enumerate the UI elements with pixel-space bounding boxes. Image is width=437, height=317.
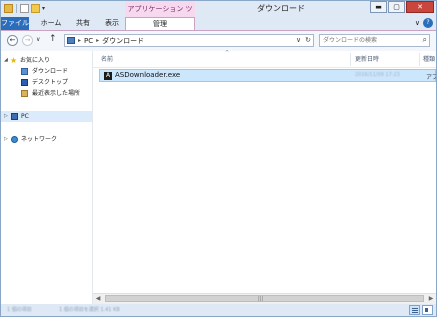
tab-home[interactable]: ホーム — [35, 17, 67, 30]
column-header-date[interactable]: 更新日時 — [355, 54, 379, 63]
scrollbar-grip-icon: ||| — [258, 296, 264, 302]
sort-arrow-icon: ^ — [225, 50, 230, 56]
tree-item-downloads[interactable]: ダウンロード — [1, 66, 92, 77]
address-bar[interactable]: ▸ PC ▸ ダウンロード ∨ ↻ — [64, 34, 314, 47]
pc-icon — [67, 37, 75, 44]
window-title: ダウンロード — [257, 4, 305, 13]
customize-toolbar-dropdown[interactable]: ▾ — [42, 5, 45, 12]
tab-file[interactable]: ファイル — [1, 17, 29, 30]
context-tab-group-label: アプリケーション ツール — [125, 1, 195, 29]
column-divider[interactable] — [419, 53, 420, 66]
pc-icon — [11, 113, 18, 120]
collapse-arrow-icon[interactable]: ▷ — [4, 134, 8, 145]
search-icon[interactable]: ⌕ — [423, 35, 427, 45]
column-divider[interactable] — [350, 53, 351, 66]
recent-locations-dropdown[interactable]: ∨ — [36, 36, 40, 43]
new-folder-icon[interactable] — [31, 4, 40, 13]
chevron-down-icon[interactable]: ∨ — [415, 17, 420, 30]
up-button[interactable]: ↑ — [49, 34, 57, 44]
column-header-name[interactable]: 名前 — [101, 54, 113, 63]
horizontal-scrollbar[interactable]: ◀ ||| ▶ — [93, 293, 436, 304]
breadcrumb-downloads[interactable]: ダウンロード — [102, 36, 144, 46]
help-icon[interactable]: ? — [423, 18, 433, 28]
downloads-folder-icon — [21, 68, 28, 75]
network-icon — [11, 136, 18, 143]
tab-view[interactable]: 表示 — [99, 17, 125, 30]
ribbon-expand-button[interactable]: ∨ ? — [415, 17, 433, 30]
forward-button[interactable]: → — [22, 35, 33, 46]
tree-favorites-label: お気に入り — [20, 57, 51, 64]
details-view-button[interactable] — [409, 305, 420, 315]
column-header-row: ^ 名前 更新日時 種類 — [93, 50, 436, 68]
expand-arrow-icon[interactable]: ◢ — [4, 55, 8, 66]
folder-icon[interactable] — [4, 4, 13, 13]
desktop-icon — [21, 79, 28, 86]
ribbon-tabs: ファイル ホーム 共有 表示 管理 ∨ ? — [1, 17, 436, 31]
tree-item-label: デスクトップ — [32, 79, 69, 86]
address-dropdown[interactable]: ∨ — [296, 36, 301, 44]
file-type: アプリ — [426, 74, 436, 81]
scroll-left-arrow[interactable]: ◀ — [93, 294, 103, 304]
recent-places-icon — [21, 90, 28, 97]
file-name: ASDownloader.exe — [115, 71, 181, 79]
close-button[interactable]: ✕ — [406, 1, 434, 13]
status-item-count: 1 個の項目 — [7, 307, 32, 313]
breadcrumb-pc[interactable]: PC — [84, 37, 93, 45]
window-controls: ▬ ▢ ✕ — [369, 1, 434, 13]
navigation-pane: ◢ ★ お気に入り ダウンロード デスクトップ 最近表示した場所 ▷ PC ▷ … — [1, 51, 93, 304]
tree-pc[interactable]: ▷ PC — [1, 111, 92, 122]
maximize-button[interactable]: ▢ — [388, 1, 405, 13]
file-date: 2016/11/09 17:23 — [355, 72, 400, 78]
tree-item-desktop[interactable]: デスクトップ — [1, 77, 92, 88]
tree-pc-label: PC — [21, 113, 29, 120]
tree-item-recent-places[interactable]: 最近表示した場所 — [1, 88, 92, 99]
refresh-icon[interactable]: ↻ — [305, 36, 311, 44]
explorer-window: ▾ アプリケーション ツール ダウンロード ▬ ▢ ✕ ファイル ホーム 共有 … — [0, 0, 437, 317]
tree-item-label: ダウンロード — [32, 68, 69, 75]
file-row[interactable]: A ASDownloader.exe 2016/11/09 17:23 アプリ — [99, 69, 436, 82]
column-header-type[interactable]: 種類 — [423, 54, 435, 63]
quick-access-toolbar: ▾ — [4, 4, 45, 13]
back-button[interactable]: ← — [7, 35, 18, 46]
large-icons-view-button[interactable] — [422, 305, 433, 315]
star-icon: ★ — [10, 56, 18, 65]
toolbar-separator — [16, 4, 17, 13]
breadcrumb-separator[interactable]: ▸ — [96, 37, 99, 44]
tree-favorites[interactable]: ◢ ★ お気に入り — [1, 55, 92, 66]
minimize-button[interactable]: ▬ — [370, 1, 387, 13]
tab-manage[interactable]: 管理 — [125, 17, 195, 30]
collapse-arrow-icon[interactable]: ▷ — [4, 111, 8, 122]
properties-icon[interactable] — [20, 4, 29, 13]
adobe-a-icon: A — [104, 72, 112, 80]
tree-network[interactable]: ▷ ネットワーク — [1, 134, 92, 145]
navigation-bar: ← → ∨ ↑ ▸ PC ▸ ダウンロード ∨ ↻ ⌕ — [1, 31, 436, 51]
tree-item-label: 最近表示した場所 — [32, 90, 81, 97]
search-box[interactable]: ⌕ — [319, 34, 430, 47]
scroll-right-arrow[interactable]: ▶ — [426, 294, 436, 304]
file-list: ^ 名前 更新日時 種類 A ASDownloader.exe 2016/11/… — [93, 50, 436, 304]
title-bar: ▾ アプリケーション ツール ダウンロード ▬ ▢ ✕ — [1, 1, 436, 29]
tree-network-label: ネットワーク — [21, 136, 58, 143]
breadcrumb-separator[interactable]: ▸ — [78, 37, 81, 44]
status-selection: 1 個の項目を選択 1.41 KB — [59, 307, 120, 313]
tab-share[interactable]: 共有 — [69, 17, 97, 30]
status-bar: 1 個の項目 1 個の項目を選択 1.41 KB — [1, 304, 436, 316]
scrollbar-thumb[interactable]: ||| — [105, 295, 424, 302]
search-input[interactable] — [320, 35, 418, 46]
